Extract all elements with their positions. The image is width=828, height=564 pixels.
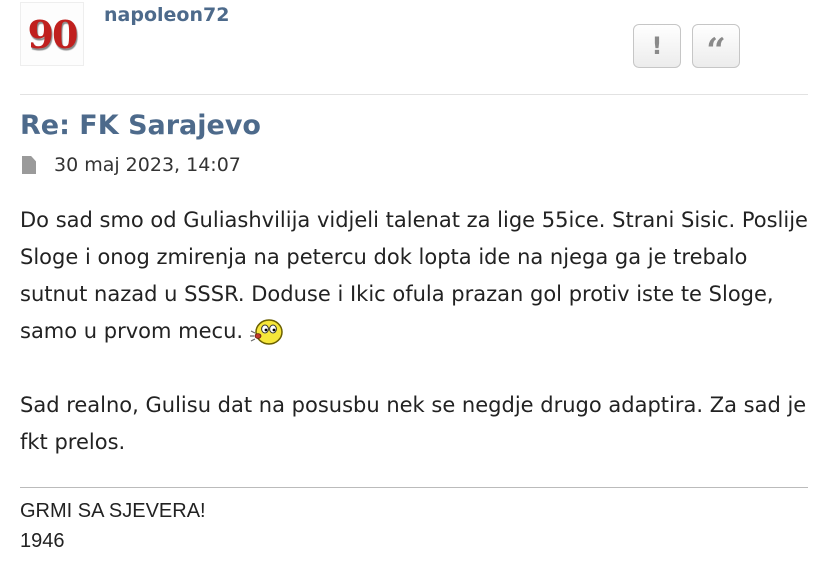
post-paragraph: Do sad smo od Guliashvilija vidjeli tale… bbox=[20, 202, 815, 350]
avatar-text: 90 bbox=[27, 11, 79, 57]
signature-line: 1946 bbox=[20, 530, 65, 552]
whistling-smiley-icon bbox=[249, 319, 285, 345]
post-timestamp: 30 maj 2023, 14:07 bbox=[54, 154, 241, 176]
post-title[interactable]: Re: FK Sarajevo bbox=[20, 110, 261, 141]
post-paragraph: Sad realno, Gulisu dat na posusbu nek se… bbox=[20, 393, 807, 454]
exclamation-icon: ! bbox=[651, 32, 663, 60]
post-paragraph-text: Do sad smo od Guliashvilija vidjeli tale… bbox=[20, 208, 808, 343]
username-link[interactable]: napoleon72 bbox=[104, 4, 229, 26]
report-button[interactable]: ! bbox=[633, 24, 681, 68]
document-icon[interactable] bbox=[22, 156, 36, 174]
signature-line: GRMI SA SJEVERA! bbox=[20, 500, 206, 522]
quote-button[interactable]: “ bbox=[692, 24, 740, 71]
post-meta: 30 maj 2023, 14:07 bbox=[22, 154, 241, 176]
signature: GRMI SA SJEVERA! 1946 bbox=[20, 496, 206, 556]
user-avatar[interactable]: 90 bbox=[20, 2, 84, 66]
signature-divider bbox=[20, 487, 808, 488]
header-divider bbox=[20, 94, 808, 95]
post-content: Do sad smo od Guliashvilija vidjeli tale… bbox=[20, 202, 815, 461]
quote-icon: “ bbox=[706, 31, 726, 71]
